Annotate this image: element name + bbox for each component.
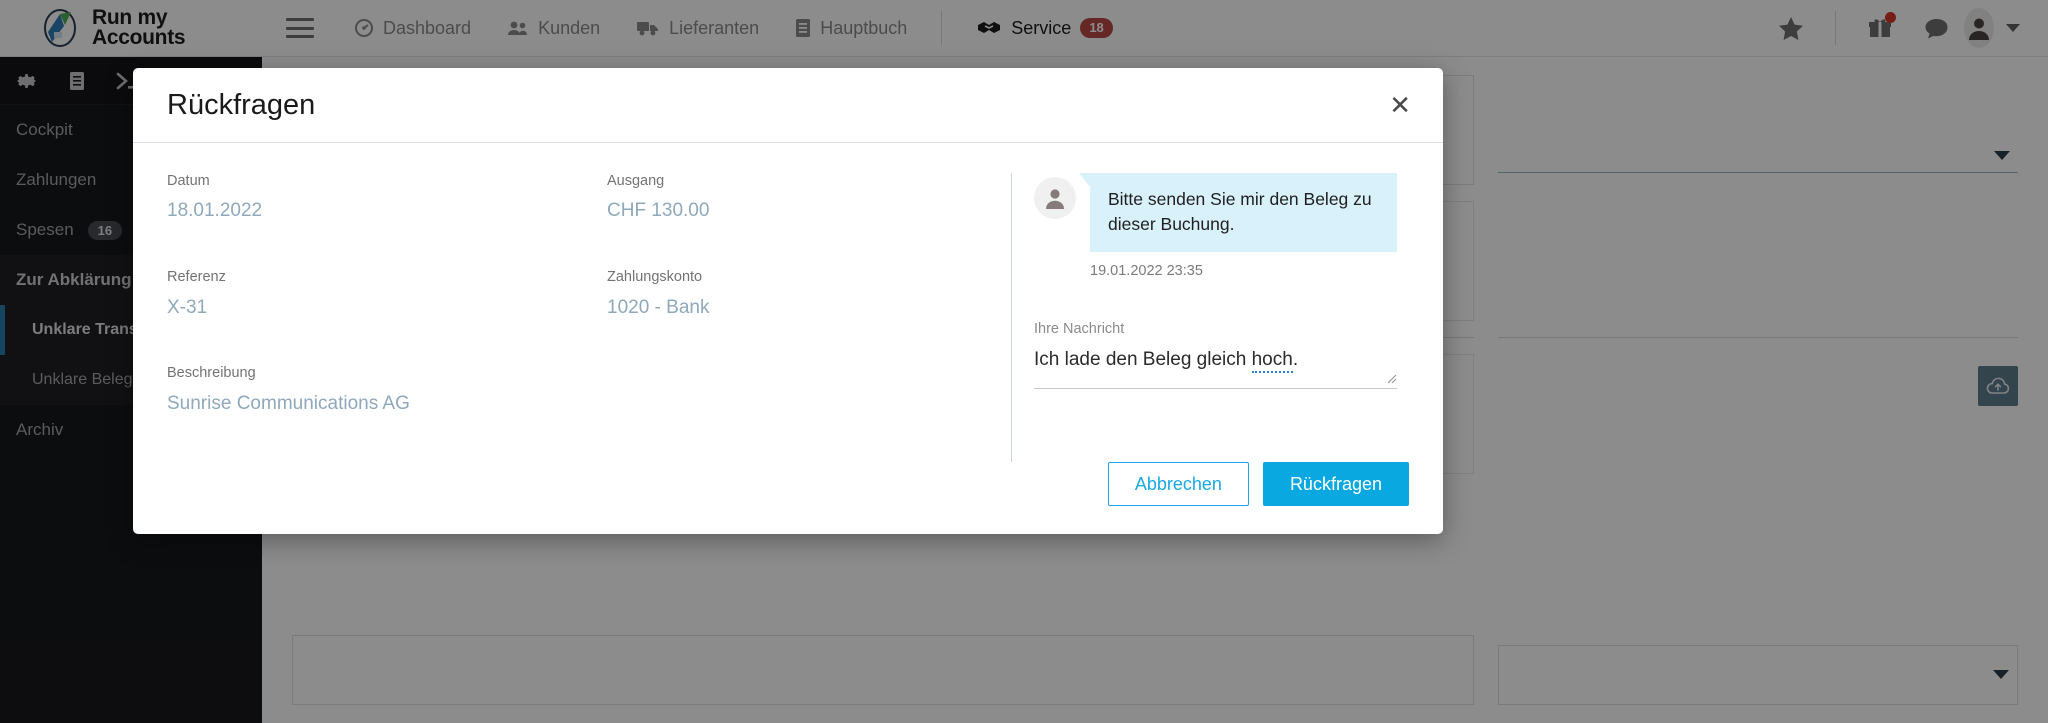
field-value-beschreibung: Sunrise Communications AG	[167, 392, 410, 414]
rueckfragen-dialog: Rückfragen ✕ Datum 18.01.2022 Referenz X…	[133, 68, 1443, 534]
field-value-referenz: X-31	[167, 296, 208, 318]
reply-text-misspelled: hoch	[1251, 348, 1293, 373]
field-label-datum: Datum	[167, 173, 210, 189]
field-referenz: Referenz X-31	[167, 269, 607, 319]
field-label-beschreibung: Beschreibung	[167, 365, 256, 382]
dialog-header: Rückfragen ✕	[133, 68, 1443, 143]
message-content: Bitte senden Sie mir den Beleg zu dieser…	[1079, 173, 1397, 279]
reply-label: Ihre Nachricht	[1034, 320, 1125, 337]
avatar	[1034, 177, 1076, 219]
field-label-zahlungskonto: Zahlungskonto	[607, 269, 703, 286]
reply-text-content: Ich lade den Beleg gleich hoch.	[1034, 348, 1397, 373]
field-label-referenz: Referenz	[167, 269, 226, 286]
field-ausgang: Ausgang CHF 130.00	[607, 173, 1011, 223]
field-value-datum: 18.01.2022	[167, 200, 263, 222]
app-root: Run my Accounts Dashboard Kunden Liefera…	[0, 0, 2048, 723]
field-value-zahlungskonto: 1020 - Bank	[607, 296, 710, 318]
message-input[interactable]: Ich lade den Beleg gleich hoch.	[1034, 348, 1397, 389]
cancel-button[interactable]: Abbrechen	[1107, 462, 1249, 506]
message-item: Bitte senden Sie mir den Beleg zu dieser…	[1034, 173, 1397, 279]
submit-rueckfragen-button[interactable]: Rückfragen	[1262, 462, 1409, 506]
close-icon[interactable]: ✕	[1381, 86, 1419, 124]
resize-grip-icon[interactable]	[1385, 372, 1397, 384]
reply-section: Ihre Nachricht Ich lade den Beleg gleich…	[1034, 321, 1397, 389]
dialog-body: Datum 18.01.2022 Referenz X-31 Beschreib…	[133, 143, 1443, 462]
conversation-pane: Bitte senden Sie mir den Beleg zu dieser…	[1011, 173, 1443, 462]
field-value-ausgang: CHF 130.00	[607, 200, 710, 222]
field-datum: Datum 18.01.2022	[167, 173, 607, 223]
details-pane: Datum 18.01.2022 Referenz X-31 Beschreib…	[133, 173, 1011, 462]
reply-text-before: Ich lade den Beleg gleich	[1034, 348, 1252, 370]
field-zahlungskonto: Zahlungskonto 1020 - Bank	[607, 269, 1011, 319]
details-column-middle: Ausgang CHF 130.00 Zahlungskonto 1020 - …	[607, 173, 1011, 462]
details-column-left: Datum 18.01.2022 Referenz X-31 Beschreib…	[167, 173, 607, 462]
user-avatar-icon	[1046, 189, 1064, 209]
dialog-footer: Abbrechen Rückfragen	[133, 462, 1443, 534]
message-bubble: Bitte senden Sie mir den Beleg zu dieser…	[1079, 173, 1397, 252]
message-timestamp: 19.01.2022 23:35	[1090, 262, 1203, 279]
reply-text-after: .	[1292, 348, 1299, 370]
field-beschreibung: Beschreibung Sunrise Communications AG	[167, 365, 607, 415]
field-label-ausgang: Ausgang	[607, 173, 665, 189]
dialog-title: Rückfragen	[167, 88, 316, 121]
